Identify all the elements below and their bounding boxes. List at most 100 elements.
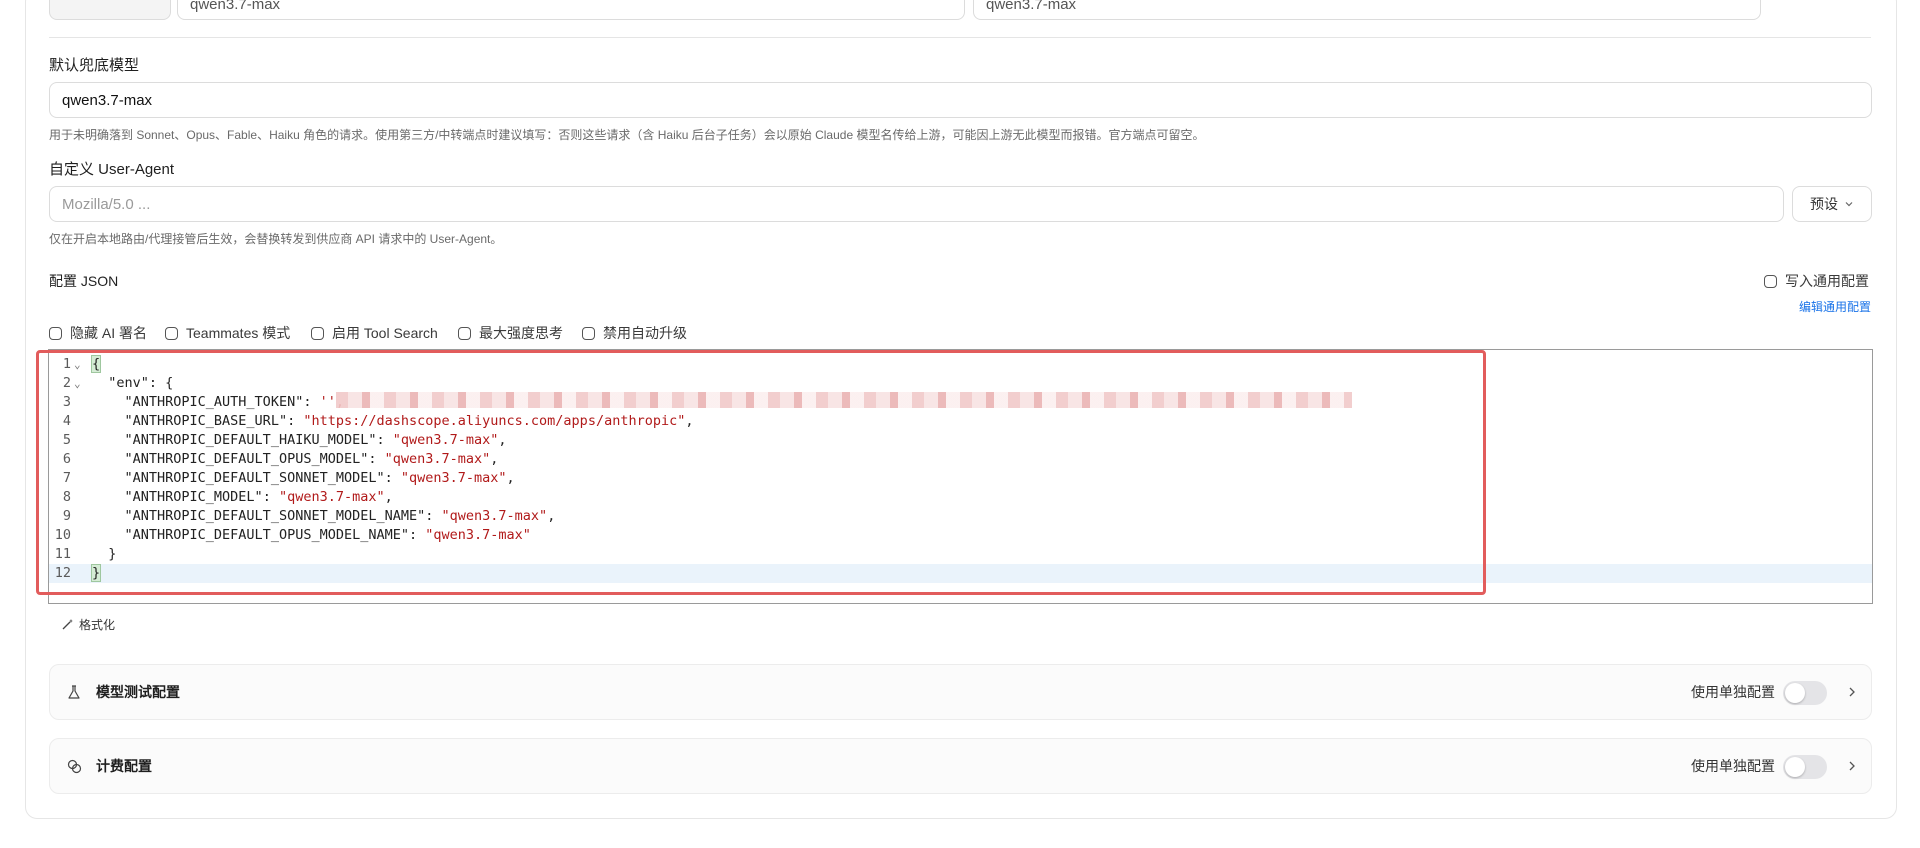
top-left-stub[interactable] <box>49 0 171 20</box>
json-punct: , <box>498 432 507 448</box>
json-key: "ANTHROPIC_MODEL" <box>124 489 263 505</box>
json-string-value: "qwen3.7-max" <box>441 508 548 524</box>
toggle-knob <box>1785 683 1805 703</box>
json-string-value: "qwen3.7-max" <box>278 489 385 505</box>
json-punct: } <box>90 564 102 582</box>
json-key: "ANTHROPIC_DEFAULT_SONNET_MODEL_NAME" <box>124 508 426 524</box>
user-agent-input[interactable]: Mozilla/5.0 ... <box>49 186 1784 222</box>
json-punct: : { <box>148 375 174 391</box>
fold-chevron-icon[interactable]: ⌄ <box>74 355 81 374</box>
code-text: "env": { <box>92 374 173 393</box>
json-key: "ANTHROPIC_DEFAULT_OPUS_MODEL_NAME" <box>124 527 409 543</box>
preset-dropdown[interactable]: 预设 <box>1792 186 1872 222</box>
write-common-config-label: 写入通用配置 <box>1785 273 1869 289</box>
code-line[interactable]: 4 "ANTHROPIC_BASE_URL": "https://dashsco… <box>49 412 1872 431</box>
line-number: 6 <box>62 451 71 467</box>
model-test-config-section[interactable]: 模型测试配置 使用单独配置 <box>49 664 1872 720</box>
section-title: 计费配置 <box>96 758 152 774</box>
json-string-value: "qwen3.7-max" <box>400 470 507 486</box>
chevron-down-icon <box>1844 199 1854 209</box>
option-label: 禁用自动升级 <box>603 325 687 341</box>
json-punct: : <box>368 451 385 467</box>
option-teammates-mode[interactable]: Teammates 模式 <box>165 323 290 343</box>
top-model-input-right[interactable]: qwen3.7-max <box>973 0 1761 20</box>
json-punct: { <box>90 355 102 373</box>
code-text: } <box>90 564 102 583</box>
code-line[interactable]: 8 "ANTHROPIC_MODEL": "qwen3.7-max", <box>49 488 1872 507</box>
code-text: "ANTHROPIC_BASE_URL": "https://dashscope… <box>92 412 694 431</box>
json-key: "ANTHROPIC_DEFAULT_HAIKU_MODEL" <box>124 432 377 448</box>
option-max-thinking[interactable]: 最大强度思考 <box>458 323 563 343</box>
json-string-value: "https://dashscope.aliyuncs.com/apps/ant… <box>303 413 686 429</box>
option-hide-ai-signature[interactable]: 隐藏 AI 署名 <box>49 323 147 343</box>
toggle-label: 使用单独配置 <box>1691 758 1775 774</box>
fallback-model-input[interactable]: qwen3.7-max <box>49 82 1872 118</box>
json-string-value: "qwen3.7-max" <box>392 432 499 448</box>
json-key: "ANTHROPIC_DEFAULT_OPUS_MODEL" <box>124 451 369 467</box>
text-caret <box>100 564 102 579</box>
chevron-right-icon[interactable] <box>1847 665 1857 719</box>
toggle-label: 使用单独配置 <box>1691 684 1775 700</box>
format-button[interactable]: 格式化 <box>61 616 115 633</box>
toggle-knob <box>1785 757 1805 777</box>
config-json-label: 配置 JSON <box>49 273 119 289</box>
billing-config-section[interactable]: 计费配置 使用单独配置 <box>49 738 1872 794</box>
json-punct: : <box>262 489 279 505</box>
code-line[interactable]: 2 ⌄ "env": { <box>49 374 1872 393</box>
chevron-right-icon[interactable] <box>1847 739 1857 793</box>
code-text: "ANTHROPIC_DEFAULT_OPUS_MODEL": "qwen3.7… <box>92 450 499 469</box>
section-title: 模型测试配置 <box>96 684 180 700</box>
line-number: 5 <box>62 432 71 448</box>
json-punct: : <box>425 508 442 524</box>
checkbox-box <box>458 326 471 340</box>
separate-config-toggle[interactable] <box>1783 681 1827 705</box>
json-punct: , <box>490 451 499 467</box>
option-label: 最大强度思考 <box>479 325 563 341</box>
line-number: 9 <box>62 508 71 524</box>
code-line[interactable]: 11 } <box>49 545 1872 564</box>
code-line[interactable]: 10 "ANTHROPIC_DEFAULT_OPUS_MODEL_NAME": … <box>49 526 1872 545</box>
edit-common-config-link[interactable]: 编辑通用配置 <box>1799 298 1871 315</box>
line-number: 11 <box>54 546 71 562</box>
line-number: 4 <box>62 413 71 429</box>
divider <box>49 37 1871 38</box>
code-text: "ANTHROPIC_DEFAULT_HAIKU_MODEL": "qwen3.… <box>92 431 507 450</box>
magic-wand-icon <box>61 618 74 631</box>
line-number: 3 <box>62 394 71 410</box>
write-common-config-checkbox[interactable]: 写入通用配置 <box>1764 271 1869 291</box>
separate-config-toggle[interactable] <box>1783 755 1827 779</box>
top-model-input-left[interactable]: qwen3.7-max <box>177 0 965 20</box>
flask-icon <box>67 665 81 719</box>
checkbox-box <box>49 326 62 340</box>
user-agent-placeholder: Mozilla/5.0 ... <box>62 195 151 213</box>
fold-chevron-icon[interactable]: ⌄ <box>74 374 81 393</box>
json-punct: : <box>303 394 320 410</box>
code-line[interactable]: 6 "ANTHROPIC_DEFAULT_OPUS_MODEL": "qwen3… <box>49 450 1872 469</box>
code-line[interactable]: 5 "ANTHROPIC_DEFAULT_HAIKU_MODEL": "qwen… <box>49 431 1872 450</box>
line-number: 10 <box>54 527 71 543</box>
user-agent-hint: 仅在开启本地路由/代理接管后生效，会替换转发到供应商 API 请求中的 User… <box>49 232 503 246</box>
json-string-value: ' <box>319 394 328 410</box>
fallback-model-value: qwen3.7-max <box>62 91 153 109</box>
code-line[interactable]: 1 ⌄ { <box>49 355 1872 374</box>
line-number: 2 <box>62 375 71 391</box>
json-code-editor[interactable]: 1 ⌄{2 ⌄ "env": {3 "ANTHROPIC_AUTH_TOKEN": … <box>48 349 1873 604</box>
redacted-token-mask <box>336 392 1352 408</box>
json-string-value: "qwen3.7-max" <box>425 527 531 543</box>
code-text: { <box>90 355 102 374</box>
code-line[interactable]: 12} <box>49 564 1872 583</box>
code-text: "ANTHROPIC_DEFAULT_SONNET_MODEL": "qwen3… <box>92 469 515 488</box>
top-model-value-right: qwen3.7-max <box>986 0 1077 13</box>
code-text: "ANTHROPIC_MODEL": "qwen3.7-max", <box>92 488 393 507</box>
json-key: "ANTHROPIC_DEFAULT_SONNET_MODEL" <box>124 470 385 486</box>
code-line[interactable]: 7 "ANTHROPIC_DEFAULT_SONNET_MODEL": "qwe… <box>49 469 1872 488</box>
preset-label: 预设 <box>1810 196 1838 212</box>
option-tool-search[interactable]: 启用 Tool Search <box>311 323 438 343</box>
code-line[interactable]: 9 "ANTHROPIC_DEFAULT_SONNET_MODEL_NAME":… <box>49 507 1872 526</box>
checkbox-box <box>165 326 178 340</box>
option-disable-auto-upgrade[interactable]: 禁用自动升级 <box>582 323 687 343</box>
json-punct: } <box>108 546 117 562</box>
json-punct: : <box>376 432 393 448</box>
json-punct: , <box>506 470 515 486</box>
json-key: "ANTHROPIC_AUTH_TOKEN" <box>124 394 304 410</box>
